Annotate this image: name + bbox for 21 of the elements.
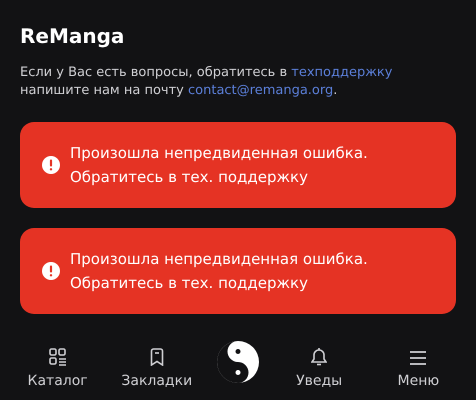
email-link[interactable]: contact@remanga.org (188, 83, 334, 98)
error-message: Произошла непредвиденная ошибка. (70, 143, 368, 164)
period-text: . (333, 83, 338, 98)
nav-tab[interactable]: Меню (378, 350, 458, 390)
error-message: Произошла непредвиденная ошибка. (70, 249, 368, 270)
alert-icon (42, 262, 60, 280)
nav-tab[interactable]: Закладки (116, 348, 197, 390)
contact-text: Если у Вас есть вопросы, обратитесь в (20, 65, 288, 80)
alert-icon (42, 156, 60, 174)
nav-tab[interactable]: Уведы (279, 347, 360, 390)
app-title: ReManga (20, 23, 126, 50)
support-link[interactable]: техподдержку (291, 65, 392, 80)
contact-text: напишите нам на почту (20, 83, 185, 98)
nav-tab[interactable]: Каталог (18, 348, 98, 390)
grid-icon (48, 348, 67, 366)
yin-yang-logo-button[interactable] (216, 340, 260, 384)
bell-icon (311, 347, 328, 366)
bookmark-icon (150, 348, 164, 366)
error-message: Обратитесь в тех. поддержку (70, 273, 309, 294)
error-message: Обратитесь в тех. поддержку (70, 167, 309, 188)
menu-icon (409, 350, 428, 366)
